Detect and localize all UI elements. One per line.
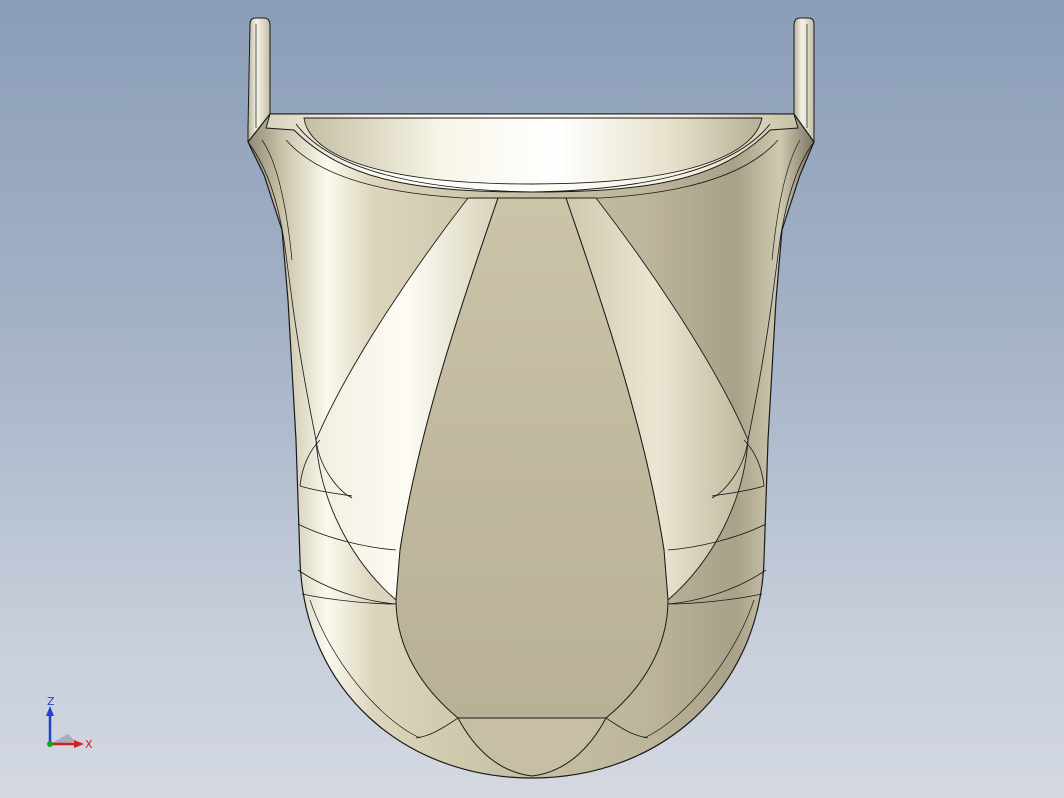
- 3d-model-view[interactable]: [0, 0, 1064, 798]
- y-axis-icon: [47, 741, 53, 747]
- z-axis-label: Z: [47, 696, 55, 708]
- triad-plane-icon: [50, 734, 76, 744]
- axis-triad: Z X: [46, 696, 93, 751]
- graphics-viewport[interactable]: Z X: [0, 0, 1064, 798]
- x-axis-label: X: [85, 738, 93, 751]
